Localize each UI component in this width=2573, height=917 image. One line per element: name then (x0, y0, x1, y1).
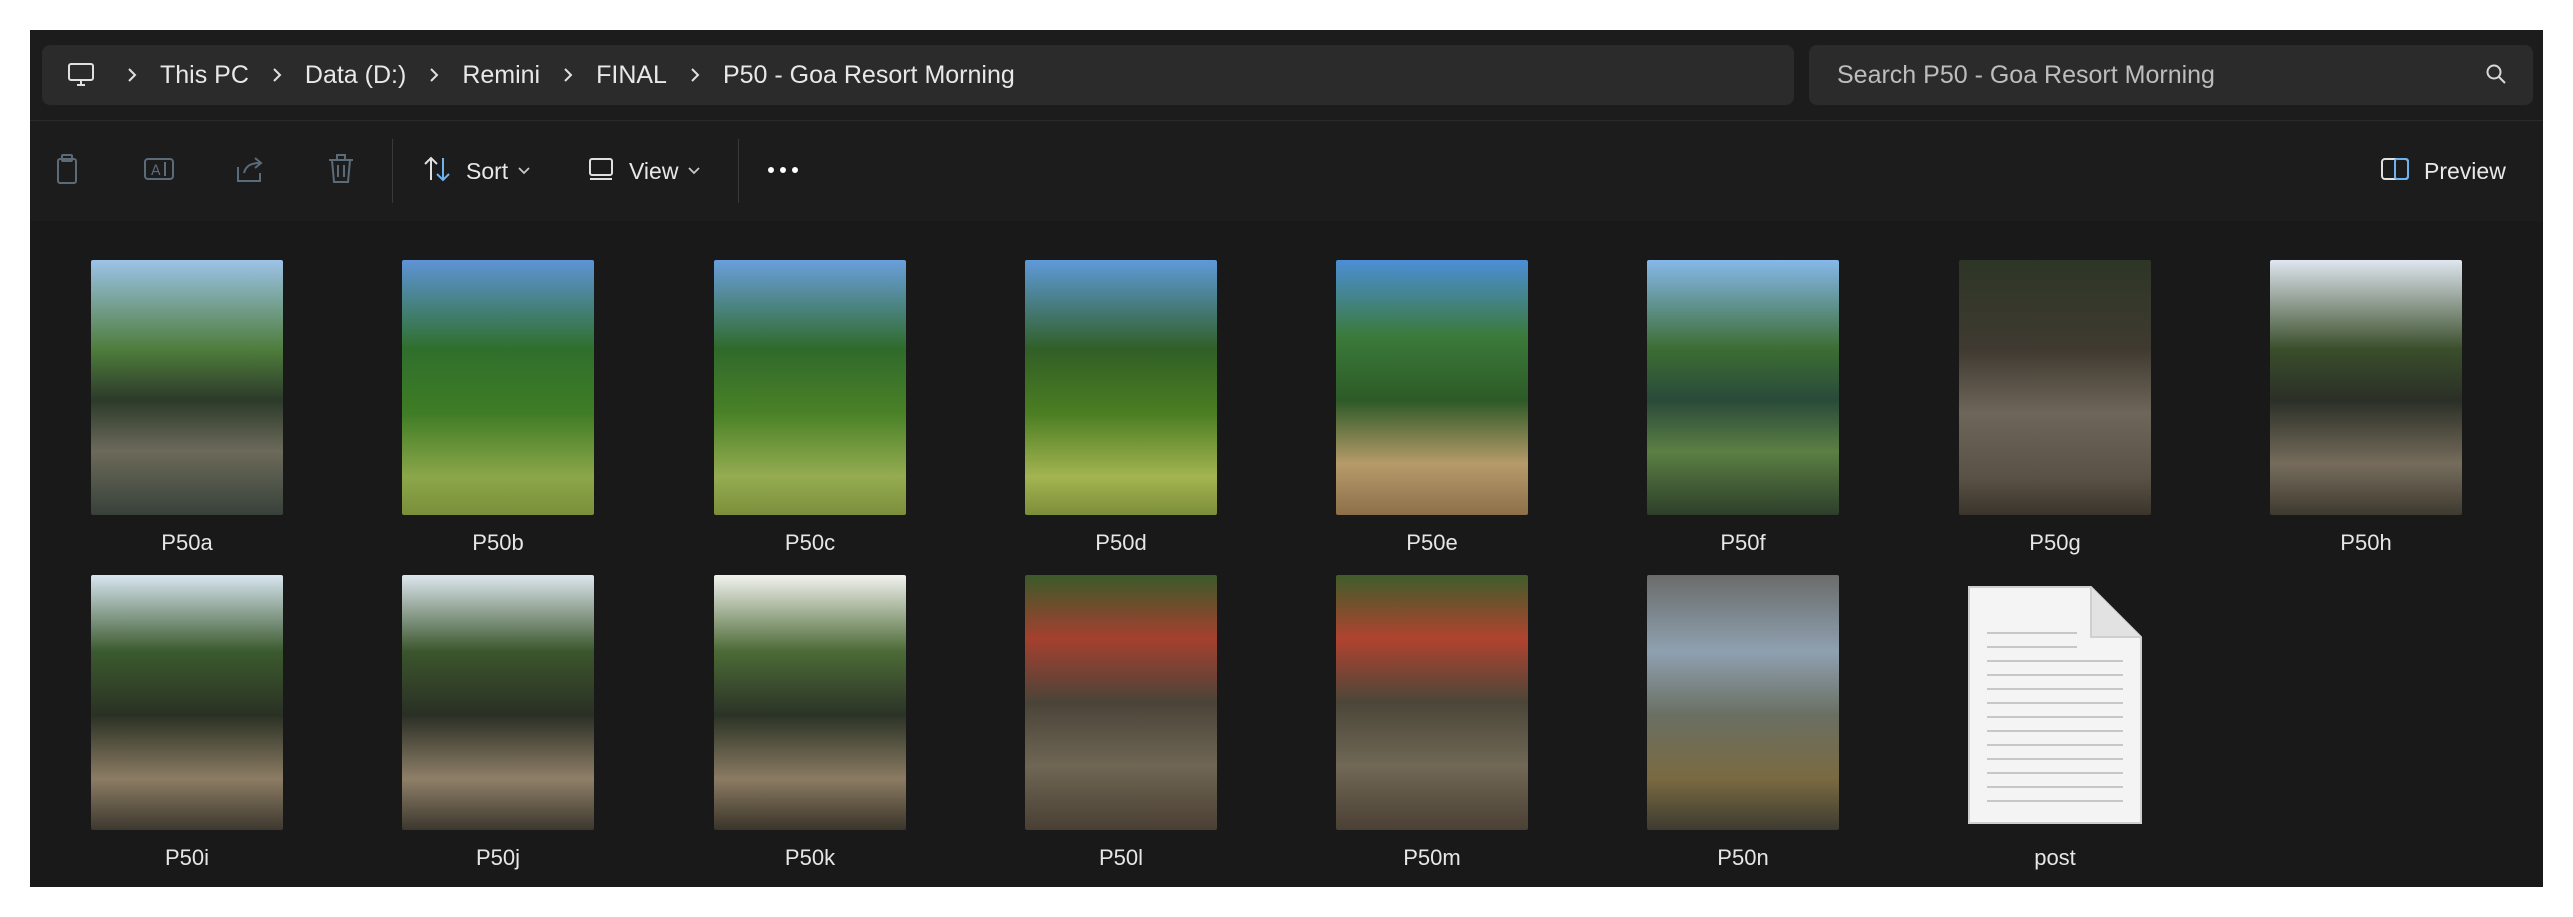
copy-icon (52, 153, 82, 190)
image-thumbnail[interactable] (1025, 260, 1217, 515)
file-item[interactable]: P50j (373, 575, 623, 875)
file-item[interactable]: P50k (685, 575, 935, 875)
sort-label: Sort (466, 157, 509, 184)
command-bar: A Sort View Preview (30, 120, 2543, 221)
file-name: P50m (1403, 845, 1461, 870)
file-name: P50a (161, 530, 213, 555)
file-item[interactable]: P50h (2241, 260, 2491, 560)
sort-icon (422, 154, 452, 189)
file-item[interactable]: P50m (1307, 575, 1557, 875)
search-input[interactable] (1809, 45, 2477, 105)
share-button[interactable] (234, 151, 266, 191)
file-name: P50c (784, 530, 836, 555)
search-icon[interactable] (2485, 63, 2509, 87)
file-name: P50h (2340, 530, 2392, 555)
breadcrumb-this-pc[interactable]: This PC (160, 61, 249, 90)
image-thumbnail[interactable] (1647, 575, 1839, 830)
file-item[interactable]: P50l (996, 575, 1246, 875)
breadcrumb-remini[interactable]: Remini (462, 61, 540, 90)
image-thumbnail[interactable] (2270, 260, 2462, 515)
chevron-right-icon[interactable] (124, 65, 140, 85)
file-item[interactable]: P50f (1618, 260, 1868, 560)
file-name: post (2034, 845, 2076, 870)
file-name: P50j (475, 845, 521, 870)
file-name: P50i (164, 845, 210, 870)
file-name: P50l (1098, 845, 1144, 870)
file-item[interactable]: P50b (373, 260, 623, 560)
file-item[interactable]: P50d (996, 260, 1246, 560)
image-thumbnail[interactable] (1336, 575, 1528, 830)
file-grid: P50a P50b P50c P50d P50e P50f P50g P50h (30, 222, 2543, 887)
file-item[interactable]: post (1930, 575, 2180, 875)
file-item[interactable]: P50n (1618, 575, 1868, 875)
delete-button[interactable] (326, 151, 356, 191)
file-name: P50f (1720, 530, 1766, 555)
chevron-right-icon[interactable] (687, 65, 703, 85)
file-name: P50e (1406, 530, 1458, 555)
toolbar-divider (392, 139, 393, 203)
breadcrumb-data-drive[interactable]: Data (D:) (305, 61, 406, 90)
file-item[interactable]: P50g (1930, 260, 2180, 560)
preview-label: Preview (2424, 157, 2506, 184)
toolbar-divider (738, 139, 739, 203)
image-thumbnail[interactable] (402, 575, 594, 830)
file-name: P50b (472, 530, 524, 555)
rename-button[interactable]: A (143, 151, 177, 191)
rename-icon: A (143, 153, 177, 190)
view-icon (587, 156, 615, 187)
file-explorer-window: This PC Data (D:) Remini FINAL P50 - Goa… (30, 30, 2543, 887)
image-thumbnail[interactable] (91, 575, 283, 830)
breadcrumb[interactable]: This PC Data (D:) Remini FINAL P50 - Goa… (42, 45, 1794, 105)
file-name: P50n (1717, 845, 1769, 870)
chevron-down-icon (518, 162, 530, 180)
file-item[interactable]: P50c (685, 260, 935, 560)
share-icon (234, 153, 266, 190)
image-thumbnail[interactable] (1959, 260, 2151, 515)
file-item[interactable]: P50i (62, 575, 312, 875)
file-name: P50g (2029, 530, 2081, 555)
file-name: P50k (784, 845, 836, 870)
computer-icon[interactable] (66, 60, 96, 90)
search-box[interactable] (1809, 45, 2533, 105)
image-thumbnail[interactable] (1336, 260, 1528, 515)
breadcrumb-current-folder[interactable]: P50 - Goa Resort Morning (723, 61, 1015, 90)
chevron-down-icon (688, 162, 701, 180)
image-thumbnail[interactable] (1647, 260, 1839, 515)
chevron-right-icon[interactable] (560, 65, 576, 85)
image-thumbnail[interactable] (1025, 575, 1217, 830)
preview-pane-button[interactable]: Preview (2380, 151, 2506, 191)
file-item[interactable]: P50a (62, 260, 312, 560)
sort-button[interactable]: Sort (422, 151, 530, 191)
image-thumbnail[interactable] (714, 575, 906, 830)
more-options-button[interactable] (766, 151, 800, 191)
image-thumbnail[interactable] (91, 260, 283, 515)
image-thumbnail[interactable] (402, 260, 594, 515)
document-icon[interactable] (1965, 585, 2145, 825)
image-thumbnail[interactable] (714, 260, 906, 515)
more-icon (766, 162, 800, 180)
file-item[interactable]: P50e (1307, 260, 1557, 560)
file-name: P50d (1095, 530, 1147, 555)
view-button[interactable]: View (587, 151, 701, 191)
preview-pane-icon (2380, 156, 2410, 187)
view-label: View (629, 157, 679, 184)
copy-button[interactable] (52, 151, 82, 191)
svg-text:A: A (151, 163, 161, 179)
address-bar-row: This PC Data (D:) Remini FINAL P50 - Goa… (30, 30, 2543, 120)
chevron-right-icon[interactable] (426, 65, 442, 85)
breadcrumb-final[interactable]: FINAL (596, 61, 667, 90)
delete-icon (326, 153, 356, 190)
chevron-right-icon[interactable] (269, 65, 285, 85)
